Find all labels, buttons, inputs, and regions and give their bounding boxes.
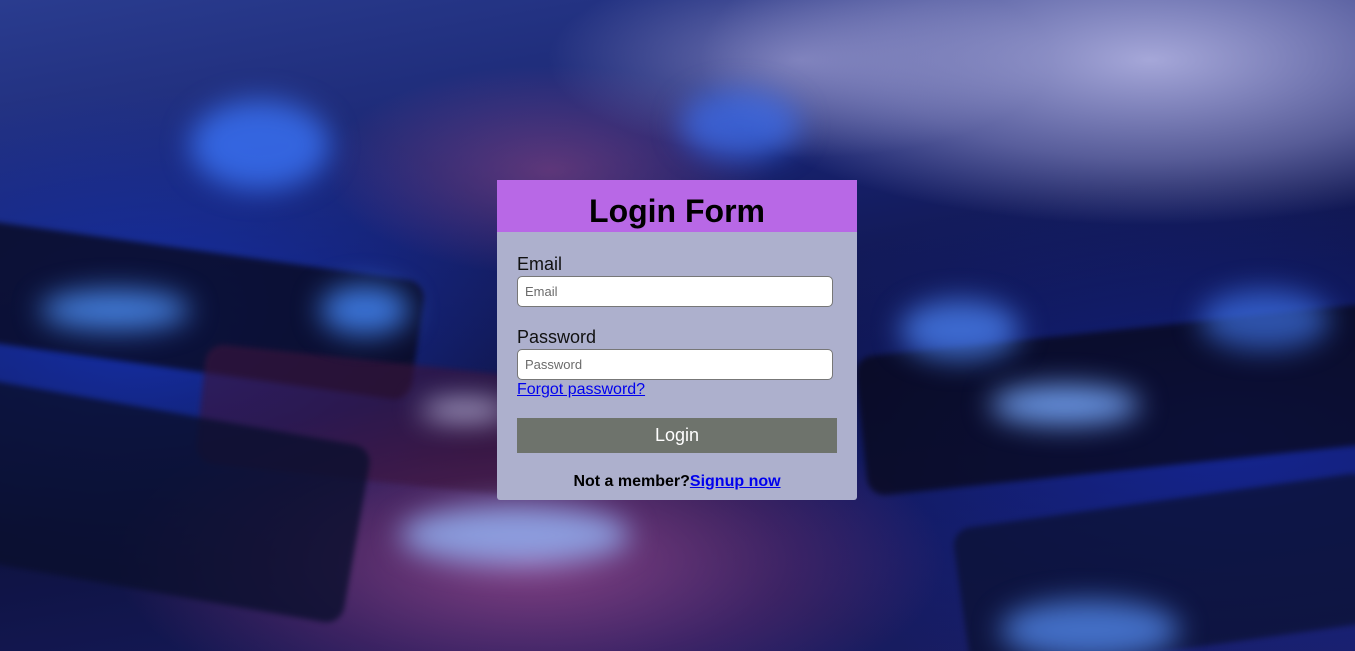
forgot-password-link[interactable]: Forgot password?	[517, 380, 645, 399]
background-key-shape	[854, 303, 1355, 497]
background-key-shape	[951, 471, 1355, 651]
email-field[interactable]	[517, 276, 833, 307]
background-glow	[990, 385, 1140, 425]
background-glow	[320, 285, 410, 335]
signup-link[interactable]: Signup now	[690, 473, 781, 490]
signup-prompt: Not a member?	[573, 473, 690, 490]
background-glow	[900, 300, 1020, 360]
password-label: Password	[517, 327, 597, 347]
background-glow	[1200, 290, 1330, 350]
background-key-shape	[0, 218, 427, 402]
background-key-shape	[194, 343, 536, 497]
password-field[interactable]	[517, 349, 833, 380]
signup-row: Not a member?Signup now	[517, 473, 837, 491]
login-button[interactable]: Login	[517, 418, 837, 453]
background-glow	[680, 90, 800, 160]
background-key-shape	[0, 374, 373, 626]
login-form-title: Login Form	[589, 193, 765, 229]
login-card-header: Login Form	[497, 180, 857, 232]
login-form: Email Password Forgot password? Login No…	[497, 232, 857, 491]
login-card: Login Form Email Password Forgot passwor…	[497, 180, 857, 500]
background-glow	[190, 100, 330, 190]
background-glow	[400, 505, 630, 565]
background-glow	[40, 290, 190, 330]
email-label: Email	[517, 254, 563, 274]
background-glow	[1000, 600, 1180, 651]
field-spacer	[517, 307, 837, 327]
